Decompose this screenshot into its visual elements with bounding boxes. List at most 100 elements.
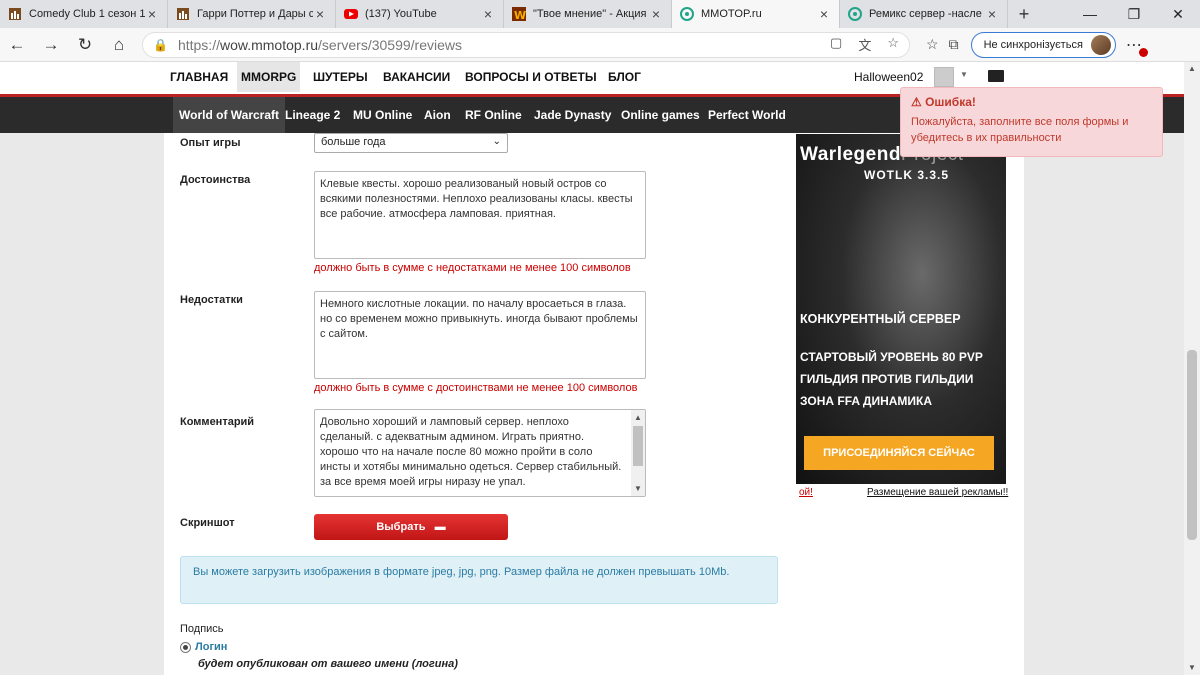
sync-profile-button[interactable]: Не синхронізується — [970, 31, 1116, 58]
toast-message: Пожалуйста, заполните все поля формы и у… — [911, 116, 1129, 144]
browser-tab-3[interactable]: (137) YouTube × — [336, 0, 504, 28]
error-toast: ⚠ Ошибка! Пожалуйста, заполните все поля… — [900, 87, 1163, 157]
nav-item-shooters[interactable]: ШУТЕРЫ — [313, 62, 368, 92]
url-host: wow.mmotop.ru — [219, 36, 319, 53]
close-tab-icon[interactable]: × — [481, 6, 495, 22]
page-scroll-thumb[interactable] — [1187, 350, 1197, 540]
login-note: будет опубликован от вашего имени (логин… — [198, 658, 458, 670]
browser-address-bar: ← → ↻ ⌂ 🔒 https://wow.mmotop.ru/servers/… — [0, 28, 1200, 62]
ad-line-3: ГИЛЬДИЯ ПРОТИВ ГИЛЬДИИ — [800, 372, 974, 386]
ad-subtitle: WOTLK 3.3.5 — [864, 168, 950, 182]
nav-item-home[interactable]: ГЛАВНАЯ — [170, 62, 228, 92]
experience-select[interactable]: больше года ⌄ — [314, 133, 508, 153]
favorites-list-icon[interactable]: ☆ — [926, 36, 939, 53]
user-avatar-icon[interactable] — [934, 67, 954, 87]
choose-file-button[interactable]: Выбрать ▬ — [314, 514, 508, 540]
notification-dot-icon — [1138, 47, 1148, 57]
left-gutter — [0, 133, 164, 675]
scroll-down-icon[interactable]: ▼ — [1184, 661, 1200, 675]
toast-title-row: ⚠ Ошибка! — [911, 94, 1152, 110]
mail-icon[interactable] — [988, 70, 1004, 82]
close-tab-icon[interactable]: × — [985, 6, 999, 22]
screenshot-label: Скриншот — [180, 517, 235, 529]
username[interactable]: Halloween02 — [854, 70, 923, 84]
profile-avatar — [1090, 34, 1111, 55]
home-icon[interactable]: ⌂ — [102, 28, 136, 62]
advertisement-banner[interactable]: WarlegendProject WOTLK 3.3.5 КОНКУРЕНТНЫ… — [796, 134, 1006, 484]
more-menu-icon[interactable]: ⋯ — [1126, 35, 1148, 57]
ad-link-left[interactable]: ой! — [799, 487, 813, 498]
experience-label: Опыт игры — [180, 137, 241, 149]
browser-tab-2[interactable]: Гарри Поттер и Дары с × — [168, 0, 336, 28]
chart-favicon-icon — [176, 7, 190, 21]
game-tab-online-games[interactable]: Online games — [621, 97, 700, 133]
url-field[interactable]: 🔒 https://wow.mmotop.ru/servers/30599/re… — [142, 31, 910, 58]
nav-item-jobs[interactable]: ВАКАНСИИ — [383, 62, 450, 92]
browser-tab-1[interactable]: Comedy Club 1 сезон 1 × — [0, 0, 168, 28]
cons-textarea[interactable]: Немного кислотные локации. по началу вро… — [314, 291, 646, 379]
close-tab-icon[interactable]: × — [145, 6, 159, 22]
tab-title: "Твое мнение" - Акция — [533, 8, 647, 20]
minimize-icon[interactable]: — — [1068, 0, 1112, 28]
scroll-down-icon[interactable]: ▼ — [631, 481, 645, 496]
close-tab-icon[interactable]: × — [649, 6, 663, 22]
tab-title: MMOTOP.ru — [701, 8, 762, 20]
game-tab-rf-online[interactable]: RF Online — [465, 97, 522, 133]
mmotop-favicon-icon — [680, 7, 694, 21]
collections-icon[interactable]: ⧉ — [949, 36, 959, 53]
login-radio[interactable] — [180, 642, 191, 653]
pros-textarea[interactable]: Клевые квесты. хорошо реализованый новый… — [314, 171, 646, 259]
warning-icon: ⚠ — [911, 95, 926, 109]
w-favicon-icon: W — [512, 7, 526, 21]
ad-cta-button[interactable]: ПРИСОЕДИНЯЙСЯ СЕЙЧАС — [804, 436, 994, 470]
game-tab-wow[interactable]: World of Warcraft — [173, 97, 286, 133]
tab-title: Comedy Club 1 сезон 1 — [29, 8, 145, 20]
close-window-icon[interactable]: ✕ — [1156, 0, 1200, 28]
scroll-up-icon[interactable]: ▲ — [631, 410, 645, 425]
game-tab-aion[interactable]: Aion — [424, 97, 451, 133]
tab-title: Гарри Поттер и Дары с — [197, 8, 313, 20]
reload-icon[interactable]: ↻ — [68, 28, 102, 62]
experience-value: больше года — [321, 136, 386, 148]
ad-line-4: ЗОНА FFA ДИНАМИКА — [800, 394, 933, 408]
nav-item-blog[interactable]: БЛОГ — [608, 62, 641, 92]
restore-icon[interactable]: ❐ — [1112, 0, 1156, 28]
translate-icon[interactable]: 文 — [858, 35, 871, 54]
mmotop-favicon-icon — [848, 7, 862, 21]
back-icon[interactable]: ← — [0, 28, 34, 62]
cons-label: Недостатки — [180, 294, 243, 306]
nav-item-qa[interactable]: ВОПРОСЫ И ОТВЕТЫ — [465, 62, 597, 92]
scroll-thumb[interactable] — [633, 426, 643, 466]
youtube-icon — [344, 7, 358, 21]
chevron-down-icon: ⌄ — [492, 136, 501, 147]
signature-label: Подпись — [180, 623, 224, 635]
close-tab-icon[interactable]: × — [313, 6, 327, 22]
window-controls: — ❐ ✕ — [1068, 0, 1200, 28]
page-scrollbar[interactable]: ▲ ▼ — [1184, 62, 1200, 675]
game-tab-perfect-world[interactable]: Perfect World — [708, 97, 786, 133]
ad-brand-main: Warlegend — [800, 144, 901, 165]
forward-icon[interactable]: → — [34, 28, 68, 62]
folder-icon: ▬ — [428, 521, 446, 533]
browser-tab-5[interactable]: MMOTOP.ru × — [672, 0, 840, 28]
ad-placement-link[interactable]: Размещение вашей рекламы!! — [867, 487, 1008, 498]
new-tab-button[interactable]: + — [1008, 0, 1040, 28]
game-tab-mu-online[interactable]: MU Online — [353, 97, 412, 133]
comment-textarea[interactable]: Довольно хороший и ламповый сервер. непл… — [314, 409, 646, 497]
game-tab-lineage2[interactable]: Lineage 2 — [285, 97, 340, 133]
browser-tab-4[interactable]: W "Твое мнение" - Акция × — [504, 0, 672, 28]
nav-item-mmorpg[interactable]: MMORPG — [237, 62, 301, 92]
close-tab-icon[interactable]: × — [817, 6, 831, 22]
login-option-label[interactable]: Логин — [195, 641, 227, 653]
game-tab-jade-dynasty[interactable]: Jade Dynasty — [534, 97, 611, 133]
chart-favicon-icon — [8, 7, 22, 21]
browser-tab-bar: Comedy Club 1 сезон 1 × Гарри Поттер и Д… — [0, 0, 1200, 28]
browser-tab-6[interactable]: Ремикс сервер -насле × — [840, 0, 1008, 28]
reader-mode-icon[interactable]: ▢ — [830, 35, 842, 54]
favorite-star-icon[interactable]: ☆ — [887, 35, 899, 54]
url-path: /servers/30599/reviews — [318, 36, 462, 53]
ad-line-2: СТАРТОВЫЙ УРОВЕНЬ 80 PVP — [800, 350, 983, 364]
scroll-up-icon[interactable]: ▲ — [1184, 62, 1200, 76]
comment-scrollbar[interactable]: ▲ ▼ — [631, 410, 645, 496]
chevron-down-icon[interactable]: ▼ — [960, 70, 968, 79]
